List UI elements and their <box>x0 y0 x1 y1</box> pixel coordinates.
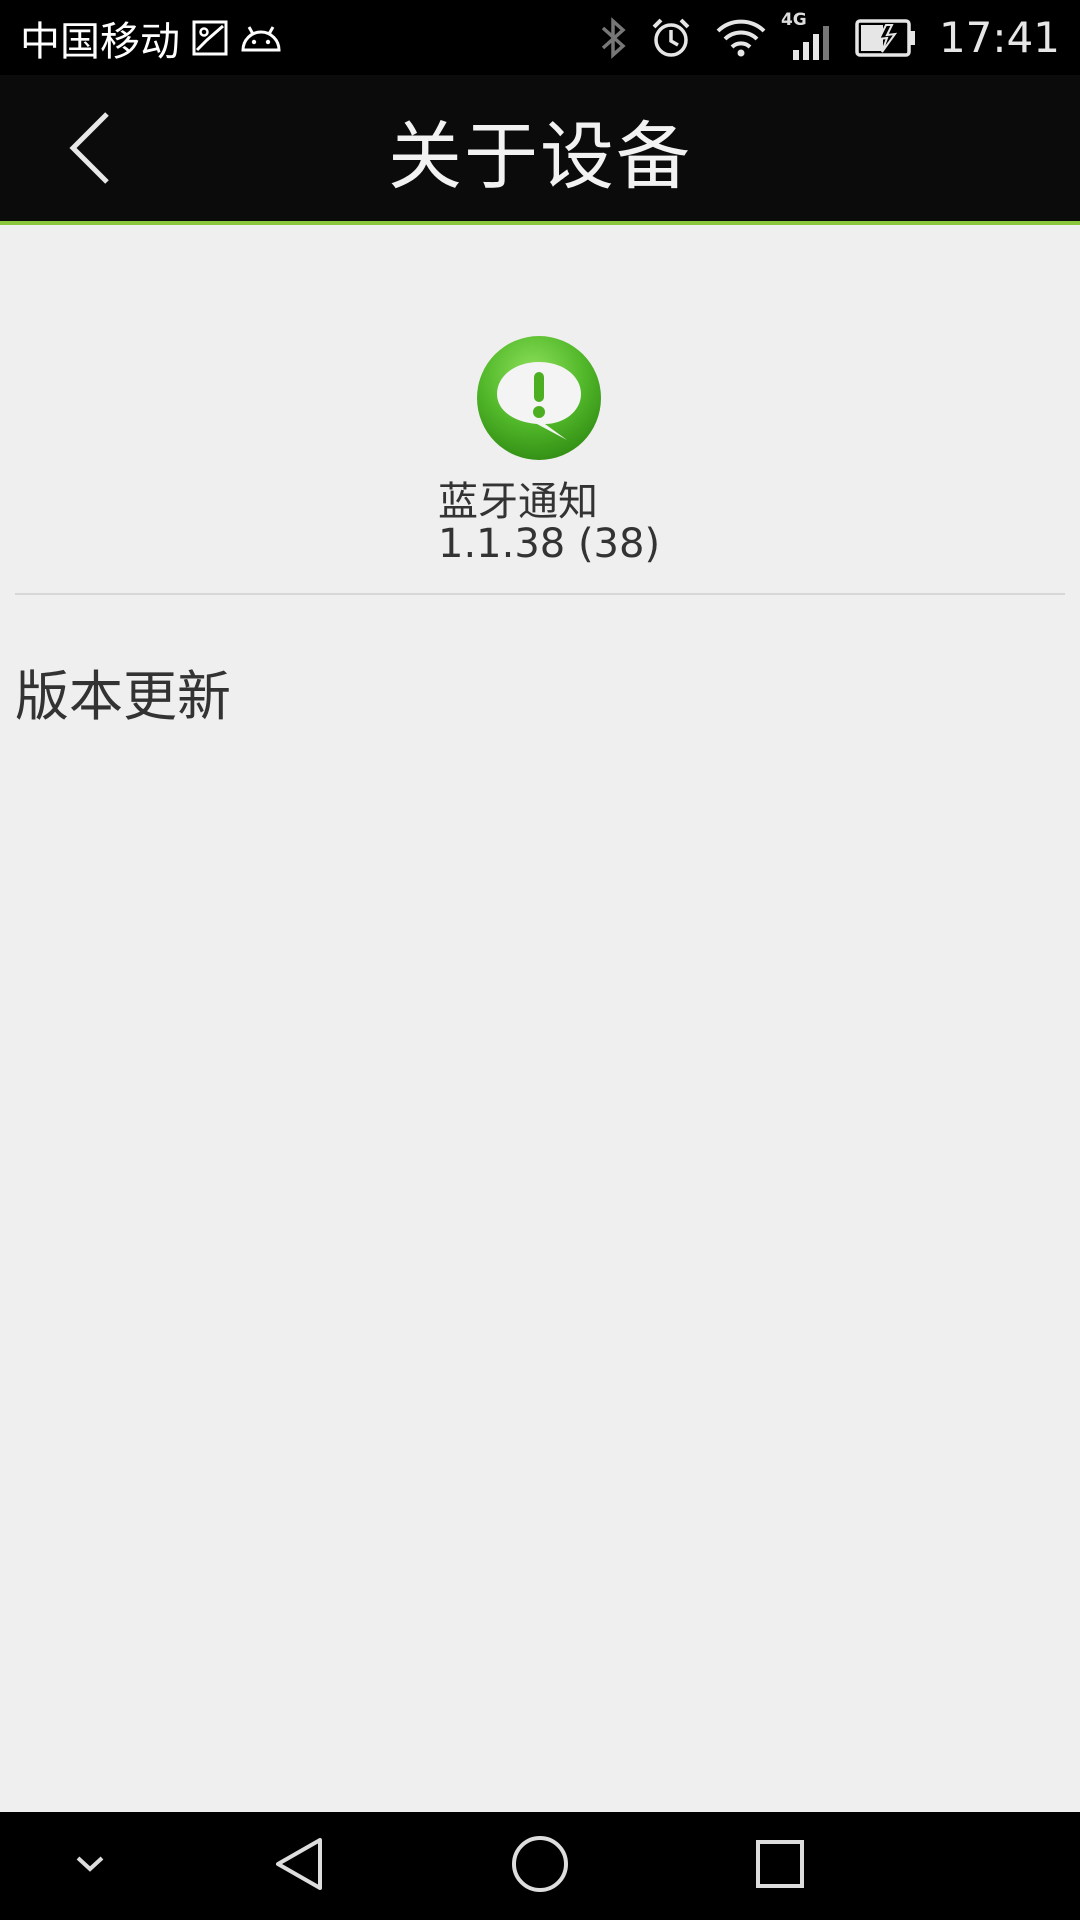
navigation-bar <box>0 1812 1080 1920</box>
network-type-label: 4G <box>780 9 807 30</box>
notification-bubble-icon <box>475 334 603 462</box>
version-update-label: 版本更新 <box>15 665 231 728</box>
home-icon <box>510 1834 570 1898</box>
battery-icon <box>855 18 917 57</box>
app-info-section: 蓝牙通知 1.1.38 (38) <box>0 229 1080 594</box>
status-bar-left: 中国移动 <box>20 9 282 67</box>
status-time: 17:41 <box>938 13 1060 62</box>
status-bar-right: 4G 17:41 <box>599 10 1060 62</box>
recents-icon <box>752 1836 808 1896</box>
collapse-icon <box>75 1854 105 1878</box>
collapse-button[interactable] <box>50 1826 130 1906</box>
app-name: 蓝牙通知 <box>438 479 598 525</box>
carrier-name: 中国移动 <box>20 18 180 65</box>
app-bar: 关于设备 <box>0 75 1080 225</box>
bluetooth-icon <box>599 16 627 59</box>
back-icon <box>272 1836 328 1896</box>
recents-button[interactable] <box>740 1826 820 1906</box>
app-version: 1.1.38 (38) <box>438 521 661 567</box>
android-icon <box>240 23 282 53</box>
nav-back-button[interactable] <box>260 1826 340 1906</box>
alarm-icon <box>649 16 693 60</box>
divider <box>15 593 1065 595</box>
image-icon <box>192 20 228 56</box>
version-update-item[interactable]: 版本更新 <box>0 630 1080 750</box>
home-button[interactable] <box>500 1826 580 1906</box>
status-bar: 中国移动 4G 17:41 <box>0 0 1080 75</box>
page-title: 关于设备 <box>388 113 692 200</box>
wifi-icon <box>715 18 767 58</box>
signal-indicator: 4G <box>781 10 833 62</box>
